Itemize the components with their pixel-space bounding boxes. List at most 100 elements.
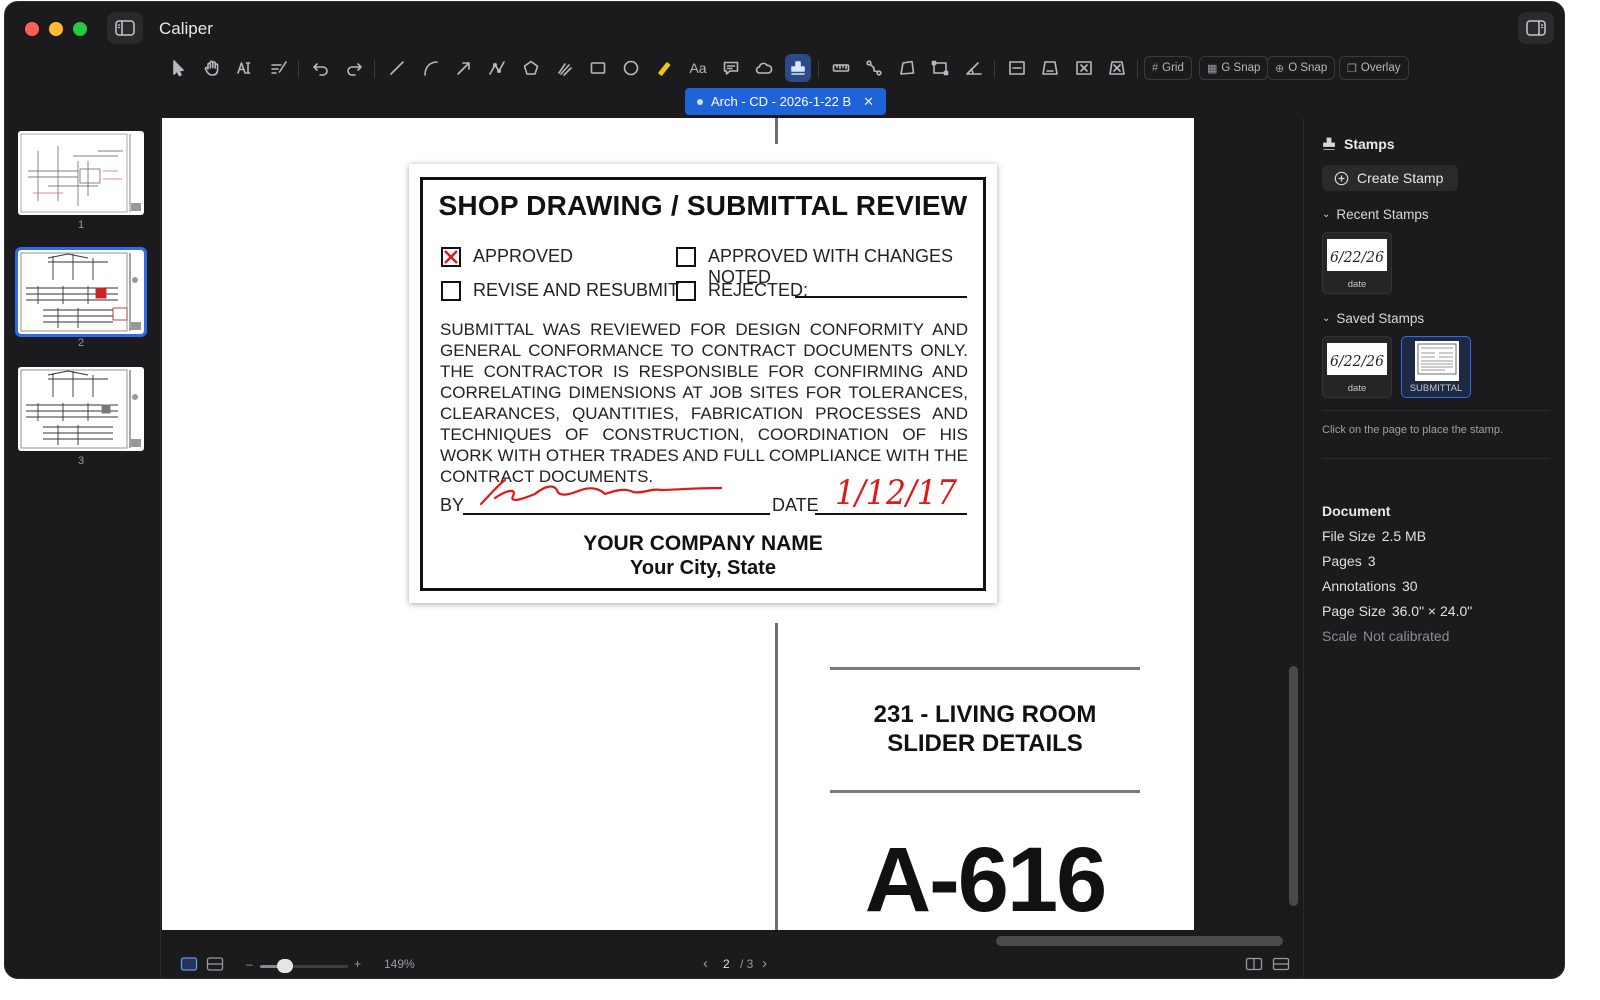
zoom-slider-knob[interactable]	[276, 959, 293, 973]
count-tool[interactable]	[1071, 54, 1097, 82]
zoom-out-button[interactable]: –	[246, 957, 253, 971]
pen-lines-icon	[271, 61, 287, 74]
handwritten-date: 1/12/17	[835, 473, 957, 513]
title-block-rule	[830, 790, 1140, 793]
zoom-slider[interactable]	[260, 965, 348, 968]
saved-stamp-submittal[interactable]: SUBMITTAL	[1401, 336, 1471, 398]
app-window: Caliper Aa # Grid ▦ G Snap ⊕ O Snap ❐ Ov…	[4, 1, 1565, 979]
file-size-value: 2.5 MB	[1381, 528, 1427, 544]
previous-page-button[interactable]: ‹	[703, 955, 708, 972]
hash-icon: #	[1152, 62, 1159, 74]
document-canvas[interactable]: 231 - LIVING ROOM SLIDER DETAILS A-616 S…	[162, 118, 1302, 930]
page-size-label: Page Size	[1322, 603, 1386, 619]
text-tool[interactable]: Aa	[685, 54, 711, 82]
split-view-button[interactable]	[1272, 956, 1290, 975]
cloud-icon	[755, 62, 773, 74]
toolbar-separator	[374, 60, 375, 78]
measure-length-tool[interactable]	[828, 54, 854, 82]
recent-stamps-header[interactable]: ⌄ Recent Stamps	[1322, 207, 1429, 222]
stamp-tool[interactable]	[785, 54, 811, 82]
toolbar-separator	[1137, 60, 1138, 78]
calibrate-perspective-tool[interactable]	[1037, 54, 1063, 82]
submittal-stamp-annotation[interactable]: SHOP DRAWING / SUBMITTAL REVIEW APPROVED…	[409, 164, 997, 603]
polyline-tool[interactable]	[484, 54, 510, 82]
company-city: Your City, State	[630, 557, 776, 579]
arc-tool[interactable]	[418, 54, 444, 82]
stamp-preview-submittal	[1417, 343, 1457, 375]
undo-button[interactable]	[308, 54, 334, 82]
zoom-in-button[interactable]: +	[354, 957, 361, 971]
stamp-preview-text: 6/22/26	[1330, 248, 1384, 266]
arrow-tool[interactable]	[451, 54, 477, 82]
select-tool[interactable]	[165, 54, 191, 82]
rectangle-tool[interactable]	[585, 54, 611, 82]
page-thumbnail-2[interactable]	[15, 247, 147, 337]
highlighter-tool[interactable]	[651, 54, 677, 82]
recent-stamp-date[interactable]: 6/22/26 date	[1322, 232, 1392, 294]
drawing-page[interactable]: 231 - LIVING ROOM SLIDER DETAILS A-616 S…	[162, 118, 1194, 930]
overlay-icon: ❐	[1347, 62, 1357, 75]
minimize-window-button[interactable]	[49, 22, 63, 36]
single-page-view-button[interactable]	[180, 956, 198, 975]
toolbar-separator	[818, 60, 819, 78]
drawing-thumbnail-icon	[20, 369, 141, 449]
stamp-preview: 6/22/26	[1327, 239, 1387, 271]
create-stamp-button[interactable]: Create Stamp	[1322, 165, 1458, 191]
measure-area-tool[interactable]	[894, 54, 920, 82]
cloud-tool[interactable]	[751, 54, 777, 82]
close-window-button[interactable]	[25, 22, 39, 36]
pan-tool[interactable]	[199, 54, 225, 82]
polyline-icon	[489, 61, 505, 75]
polygon-tool[interactable]	[518, 54, 544, 82]
chevron-down-icon: ⌄	[1322, 313, 1331, 324]
file-size-label: File Size	[1322, 528, 1376, 544]
text-select-tool[interactable]	[232, 54, 258, 82]
current-page-number[interactable]: 2	[723, 957, 730, 971]
grid-toggle[interactable]: # Grid	[1144, 56, 1192, 80]
document-tab[interactable]: Arch - CD - 2026-1-22 B ✕	[685, 88, 886, 115]
inspector-icon	[1526, 20, 1546, 36]
title-block-rule	[830, 667, 1140, 670]
markup-tool[interactable]	[266, 54, 292, 82]
grid-snap-label: G Snap	[1221, 62, 1261, 74]
sidebar-icon	[115, 20, 135, 36]
close-tab-icon[interactable]: ✕	[863, 94, 874, 110]
stamp-label: date	[1347, 279, 1367, 290]
object-snap-toggle[interactable]: ⊕ O Snap	[1267, 56, 1336, 80]
saved-stamps-header[interactable]: ⌄ Saved Stamps	[1322, 311, 1424, 326]
sidebar-toggle-button[interactable]	[107, 12, 143, 44]
measure-path-tool[interactable]	[861, 54, 887, 82]
ellipse-tool[interactable]	[618, 54, 644, 82]
vertical-scrollbar[interactable]	[1289, 666, 1298, 906]
cutout-tool[interactable]	[1104, 54, 1130, 82]
rejected-line	[795, 296, 967, 298]
inspector-toggle-button[interactable]	[1518, 12, 1554, 44]
scale-row: Scale Not calibrated	[1322, 628, 1449, 644]
next-page-button[interactable]: ›	[762, 955, 767, 972]
stamp-icon	[1323, 137, 1335, 150]
crosshair-icon: ⊕	[1275, 62, 1285, 75]
pages-row: Pages 3	[1322, 553, 1376, 569]
drawing-border-line	[775, 623, 778, 930]
saved-stamp-date[interactable]: 6/22/26 date	[1322, 336, 1392, 398]
freehand-tool[interactable]	[552, 54, 578, 82]
sheet-number: A-616	[864, 829, 1108, 930]
arc-icon	[424, 61, 438, 76]
page-thumbnail-number: 3	[77, 455, 85, 467]
comment-tool[interactable]	[718, 54, 744, 82]
measure-angle-tool[interactable]	[961, 54, 987, 82]
horizontal-scrollbar[interactable]	[996, 936, 1283, 946]
line-tool[interactable]	[384, 54, 410, 82]
grid-snap-toggle[interactable]: ▦ G Snap	[1199, 56, 1269, 80]
calibrate-length-tool[interactable]	[1004, 54, 1030, 82]
annotations-value: 30	[1401, 578, 1418, 594]
continuous-view-button[interactable]	[206, 956, 224, 975]
page-thumbnail-3[interactable]	[18, 367, 144, 451]
redo-button[interactable]	[341, 54, 367, 82]
measure-rectangle-tool[interactable]	[927, 54, 953, 82]
page-thumbnail-1[interactable]	[18, 131, 144, 215]
overlay-toggle[interactable]: ❐ Overlay	[1339, 56, 1409, 80]
maximize-window-button[interactable]	[73, 22, 87, 36]
two-page-view-button[interactable]	[1245, 956, 1263, 975]
text-cursor-icon	[237, 62, 251, 74]
